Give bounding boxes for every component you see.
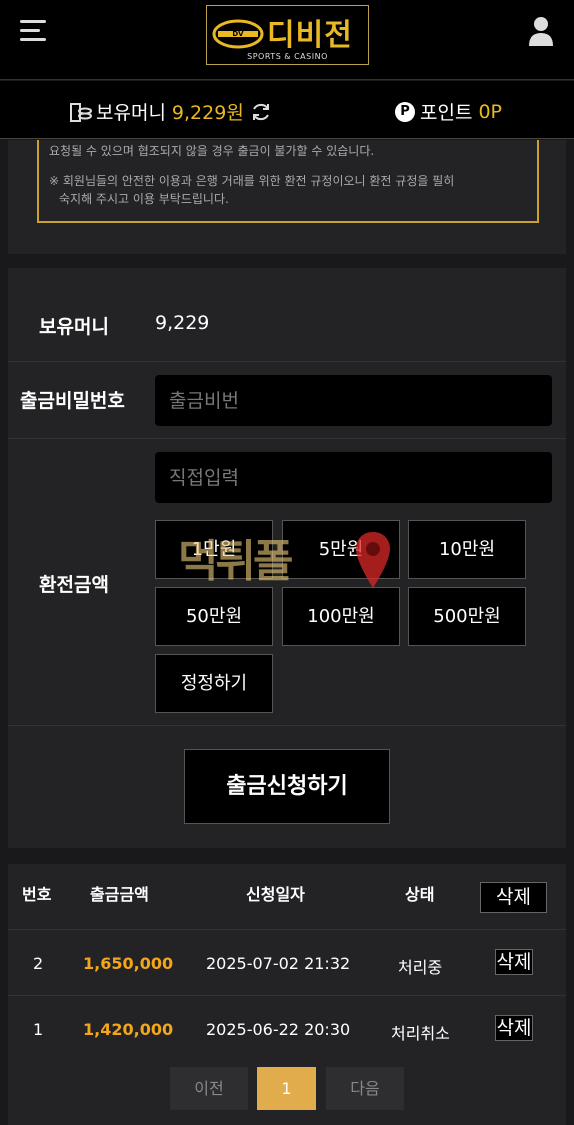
submit-row: 출금신청하기 (8, 726, 566, 848)
withdraw-submit-button[interactable]: 출금신청하기 (184, 749, 390, 824)
amount-100k-button[interactable]: 10만원 (408, 520, 526, 579)
password-label: 출금비밀번호 (20, 390, 125, 412)
point-display: P 포인트 0P (395, 98, 502, 125)
pagination-prev-button[interactable]: 이전 (170, 1067, 248, 1110)
col-header-status: 상태 (405, 885, 435, 904)
notice-line: 요청될 수 있으며 협조되지 않을 경우 출금이 불가할 수 있습니다. (49, 144, 375, 158)
balance-row: 보유머니 9,229 (8, 288, 566, 362)
col-header-amount: 출금금액 (90, 885, 149, 904)
coins-icon (70, 102, 92, 122)
money-bar: 보유머니 9,229원 P 포인트 0P (0, 81, 574, 139)
col-header-date: 신청일자 (246, 885, 305, 904)
row-amount: 1,650,000 (83, 954, 174, 973)
row-no: 1 (33, 1020, 44, 1039)
amount-5m-button[interactable]: 500만원 (408, 587, 526, 646)
point-icon: P (395, 101, 415, 122)
watermark-text: 먹튀폴 (178, 536, 293, 587)
balance-label: 보유머니 (39, 316, 109, 338)
site-logo[interactable]: DV 디비전 SPORTS & CASINO (206, 5, 369, 65)
pagination-next-button[interactable]: 다음 (326, 1067, 404, 1110)
hamburger-menu-icon[interactable] (20, 18, 48, 44)
money-display: 보유머니 9,229원 (70, 98, 272, 125)
amount-label: 환전금액 (39, 574, 109, 596)
pagination-page-1[interactable]: 1 (257, 1067, 316, 1110)
amount-input[interactable] (155, 452, 552, 503)
notice-line: ※ 회원님들의 안전한 이용과 은행 거래를 위한 환전 규정이오니 환전 규정… (49, 174, 455, 188)
user-profile-icon[interactable] (528, 16, 554, 46)
row-date: 2025-07-02 21:32 (206, 954, 351, 973)
row-status: 처리중 (398, 958, 443, 977)
notice-box: 요청될 수 있으며 협조되지 않을 경우 출금이 불가할 수 있습니다. ※ 회… (37, 140, 539, 223)
refresh-icon[interactable] (250, 101, 272, 123)
top-header: DV 디비전 SPORTS & CASINO (0, 0, 574, 80)
point-value: 0P (478, 100, 502, 123)
table-row: 1 1,420,000 2025-06-22 20:30 처리취소 삭제 (8, 995, 566, 1061)
row-no: 2 (33, 954, 44, 973)
amount-1m-button[interactable]: 100만원 (282, 587, 400, 646)
row-status: 처리취소 (391, 1024, 450, 1043)
table-row: 2 1,650,000 2025-07-02 21:32 처리중 삭제 (8, 929, 566, 995)
delete-all-button[interactable]: 삭제 (480, 882, 547, 913)
money-value: 9,229원 (171, 102, 244, 124)
logo-text: 디비전 (267, 18, 353, 53)
notice-section: 요청될 수 있으며 협조되지 않을 경우 출금이 불가할 수 있습니다. ※ 회… (8, 140, 566, 254)
logo-subtitle: SPORTS & CASINO (247, 52, 328, 61)
logo-emblem-icon: DV (212, 19, 264, 49)
point-label: 포인트 (420, 102, 473, 124)
row-delete-button[interactable]: 삭제 (495, 949, 533, 975)
money-label: 보유머니 (96, 102, 166, 124)
balance-value: 9,229 (155, 312, 210, 334)
row-delete-button[interactable]: 삭제 (495, 1015, 533, 1041)
row-amount: 1,420,000 (83, 1020, 174, 1039)
notice-line: 숙지해 주시고 이용 부탁드립니다. (59, 192, 229, 206)
logo-emblem-text: DV (232, 30, 244, 38)
withdrawal-history-table: 번호 출금금액 신청일자 상태 삭제 2 1,650,000 2025-07-0… (8, 864, 566, 1125)
col-header-no: 번호 (22, 885, 52, 904)
amount-reset-button[interactable]: 정정하기 (155, 654, 273, 713)
location-pin-icon (356, 532, 390, 588)
row-date: 2025-06-22 20:30 (206, 1020, 351, 1039)
password-row: 출금비밀번호 (8, 362, 566, 439)
withdraw-password-input[interactable] (155, 375, 552, 426)
amount-500k-button[interactable]: 50만원 (155, 587, 273, 646)
